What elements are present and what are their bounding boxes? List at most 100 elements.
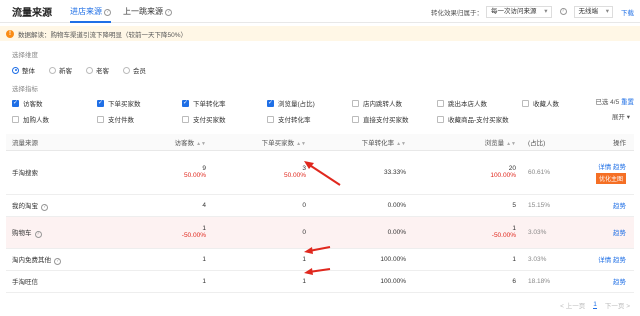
radio-member[interactable]: 会员	[123, 65, 146, 75]
current-page[interactable]: 1	[593, 301, 597, 309]
detail-link[interactable]: 详情	[598, 257, 611, 264]
download-button[interactable]: 下载	[621, 7, 634, 17]
data-alert: ! 数据解读：购物车渠道引流下降明显（较前一天下降50%）	[0, 26, 640, 41]
sort-icon[interactable]: ▲▼	[396, 141, 406, 147]
radio-new-customer[interactable]: 新客	[49, 65, 72, 75]
metric-checkbox[interactable]: 支付买家数	[182, 114, 267, 124]
checkbox-box	[12, 115, 19, 123]
help-icon[interactable]: ?	[54, 257, 61, 265]
pageviews-cell: 1 -50.00%	[412, 216, 522, 249]
metrics-label: 选择指标	[12, 86, 38, 93]
checkbox-box	[437, 115, 444, 123]
radio-overall[interactable]: 整体	[12, 65, 35, 75]
visitors-cell: 4	[124, 194, 212, 217]
conversion-cell: 100.00%	[312, 248, 412, 271]
help-icon[interactable]: ?	[104, 8, 111, 16]
conversion-cell: 100.00%	[312, 270, 412, 293]
pagination: < 上一页 1 下一页 >	[560, 300, 630, 310]
share-cell: 3.03%	[522, 248, 572, 271]
metric-checkbox[interactable]: 浏览量(占比)	[267, 98, 352, 108]
metric-checkbox[interactable]: 跳出本店人数	[437, 98, 522, 108]
buyers-cell: 0	[212, 216, 312, 249]
radio-returning-customer[interactable]: 老客	[86, 65, 109, 75]
checkbox-box	[522, 99, 529, 107]
tab-previous-source[interactable]: 上一跳来源?	[123, 0, 172, 23]
col-pageviews[interactable]: 浏览量 ▲▼	[412, 134, 522, 151]
visitors-cell: 1 -50.00%	[124, 216, 212, 249]
col-conversion[interactable]: 下单转化率 ▲▼	[312, 134, 412, 151]
checkbox-box	[12, 99, 19, 107]
trend-link[interactable]: 趋势	[613, 164, 626, 171]
sort-icon[interactable]: ▲▼	[506, 141, 516, 147]
ops-cell: 详情 趋势	[572, 248, 634, 271]
terminal-select[interactable]: 无线端	[573, 5, 613, 18]
pageviews-cell: 20 100.00%	[412, 150, 522, 195]
visitors-cell: 1	[124, 270, 212, 293]
metric-checkbox[interactable]: 下单转化率	[182, 98, 267, 108]
sort-icon[interactable]: ▲▼	[196, 141, 206, 147]
trend-link[interactable]: 趋势	[613, 230, 626, 237]
radio-dot	[86, 66, 93, 74]
prev-page-button[interactable]: < 上一页	[560, 300, 585, 310]
chevron-down-icon: ▾	[626, 114, 630, 121]
col-visitors[interactable]: 访客数 ▲▼	[124, 134, 212, 151]
warning-icon: !	[6, 29, 14, 38]
col-ops: 操作	[572, 134, 634, 151]
metric-checkbox[interactable]: 下单买家数	[97, 98, 182, 108]
trend-link[interactable]: 趋势	[613, 203, 626, 210]
source-table: 流量来源 访客数 ▲▼ 下单买家数 ▲▼ 下单转化率 ▲▼ 浏览量 ▲▼ (占比) 操作…	[6, 134, 634, 293]
page-header: 流量来源 进店来源? 上一跳来源? 转化效果归属于： 每一次访问来源 ? 无线端…	[0, 0, 640, 23]
metric-checkbox[interactable]: 直接支付买家数	[352, 114, 437, 124]
table-row: 淘内免费其他? 1 1 100.00% 1 3.03% 详情 趋势	[6, 248, 634, 271]
pageviews-cell: 1	[412, 248, 522, 271]
tab-entry-source[interactable]: 进店来源?	[70, 0, 111, 23]
optimize-badge[interactable]: 优化主图	[595, 172, 626, 184]
sort-icon[interactable]: ▲▼	[296, 141, 306, 147]
metrics-checkbox-grid: 访客数 下单买家数 下单转化率 浏览量(占比) 店内跳转人数 跳出本店人数 收藏…	[12, 98, 640, 124]
metric-checkbox[interactable]: 支付件数	[97, 114, 182, 124]
help-icon[interactable]: ?	[165, 8, 172, 16]
detail-link[interactable]: 详情	[598, 164, 611, 171]
dimension-label: 选择维度	[12, 52, 38, 59]
trend-link[interactable]: 趋势	[613, 279, 626, 286]
trend-link[interactable]: 趋势	[613, 257, 626, 264]
ops-cell: 趋势	[572, 194, 634, 217]
dimension-radio-group: 整体 新客 老客 会员	[12, 65, 640, 75]
checkbox-box	[182, 115, 189, 123]
checkbox-box	[267, 115, 274, 123]
checkbox-box	[182, 99, 189, 107]
col-buyers[interactable]: 下单买家数 ▲▼	[212, 134, 312, 151]
metric-checkbox[interactable]: 店内跳转人数	[352, 98, 437, 108]
ops-cell: 趋势	[572, 216, 634, 249]
pageviews-cell: 6	[412, 270, 522, 293]
buyers-cell: 0	[212, 194, 312, 217]
radio-dot	[49, 66, 56, 74]
page-title: 流量来源	[12, 7, 52, 19]
metric-checkbox[interactable]: 访客数	[12, 98, 97, 108]
checkbox-box	[352, 115, 359, 123]
help-icon[interactable]: ?	[41, 203, 48, 211]
metric-checkbox[interactable]: 支付转化率	[267, 114, 352, 124]
metric-checkbox[interactable]: 加购人数	[12, 114, 97, 124]
conversion-select[interactable]: 每一次访问来源	[486, 5, 552, 18]
buyers-cell: 3 50.00%	[212, 150, 312, 195]
visitors-cell: 1	[124, 248, 212, 271]
table-row: 手淘旺信 1 1 100.00% 6 18.18% 趋势	[6, 270, 634, 293]
reset-button[interactable]: 重置	[621, 99, 634, 106]
visitors-cell: 9 50.00%	[124, 150, 212, 195]
checkbox-box	[267, 99, 274, 107]
help-icon[interactable]: ?	[559, 8, 567, 15]
metric-checkbox[interactable]: 收藏商品-支付买家数	[437, 114, 522, 124]
table-row: 手淘搜索 9 50.00% 3 50.00% 33.33% 20 100.00% 60…	[6, 150, 634, 195]
conversion-cell: 33.33%	[312, 150, 412, 195]
expand-button[interactable]: 展开 ▾	[612, 111, 630, 121]
help-icon[interactable]: ?	[34, 230, 42, 238]
radio-dot	[123, 66, 130, 74]
share-cell: 60.61%	[522, 150, 572, 195]
next-page-button[interactable]: 下一页 >	[605, 300, 630, 310]
metric-checkbox[interactable]: 收藏人数	[522, 98, 607, 108]
table-row: 我的淘宝? 4 0 0.00% 5 15.15% 趋势	[6, 194, 634, 217]
radio-dot	[12, 66, 19, 74]
source-name: 手淘旺信	[6, 270, 124, 293]
source-name: 我的淘宝?	[6, 194, 124, 217]
